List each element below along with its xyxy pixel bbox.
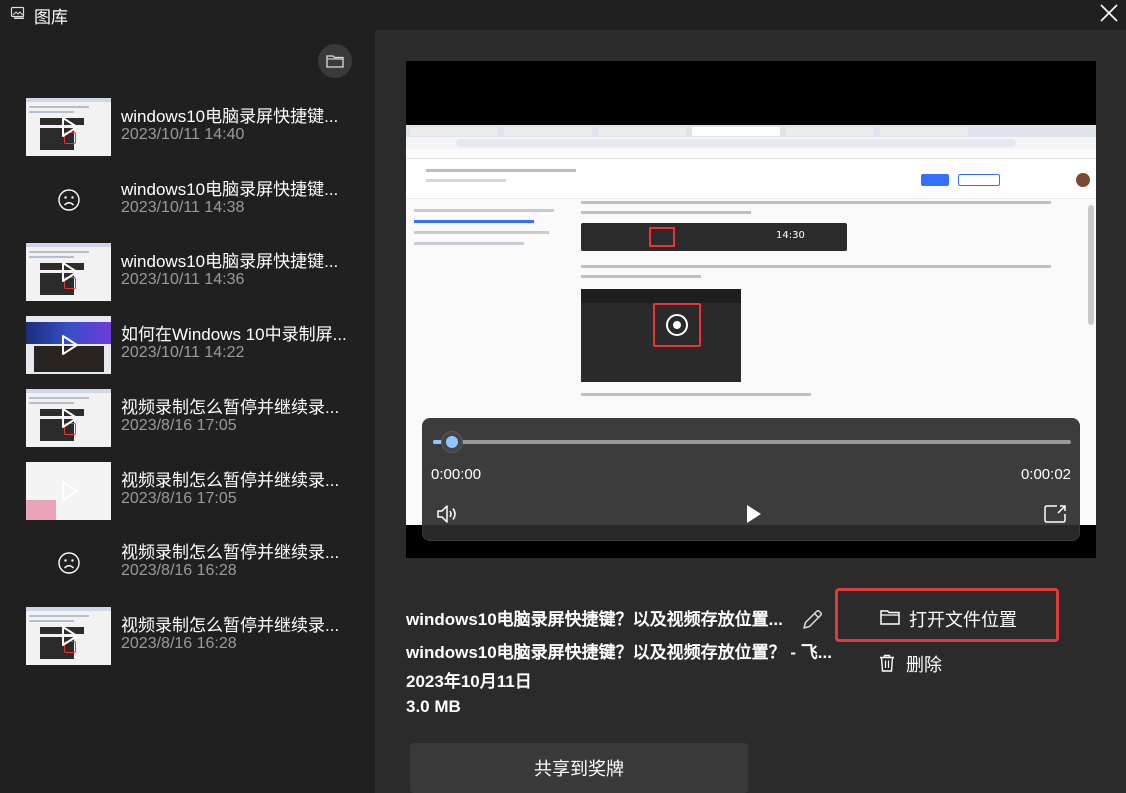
list-item-date: 2023/10/11 14:38 — [121, 199, 245, 216]
play-icon — [62, 117, 78, 137]
file-name: windows10电脑录屏快捷键？以及视频存放位置... — [406, 610, 783, 629]
video-frame-toc — [414, 209, 564, 253]
thumbnail — [26, 534, 111, 592]
gallery-sidebar: windows10电脑录屏快捷键... 2023/10/11 14:40 windo… — [0, 30, 375, 793]
play-icon — [62, 626, 78, 646]
play-icon — [62, 262, 78, 282]
thumbnail — [26, 316, 111, 374]
play-icon — [62, 335, 78, 355]
list-item-title: 视频录制怎么暂停并继续录... — [121, 471, 340, 490]
list-item[interactable]: windows10电脑录屏快捷键... 2023/10/11 14:36 — [26, 243, 366, 303]
video-frame-bookmarks — [406, 149, 1096, 159]
delete-button[interactable]: 删除 — [875, 648, 995, 678]
list-item-date: 2023/8/16 16:28 — [121, 562, 237, 579]
list-item-title: windows10电脑录屏快捷键... — [121, 252, 339, 271]
thumbnail — [26, 171, 111, 229]
list-item-title: 视频录制怎么暂停并继续录... — [121, 616, 340, 635]
video-player[interactable]: 14:30 0:00:00 0:00:02 — [406, 61, 1096, 558]
open-file-location-label: 打开文件位置 — [909, 610, 1017, 630]
list-item-date: 2023/8/16 17:05 — [121, 417, 237, 434]
seek-thumb[interactable] — [441, 431, 463, 453]
list-item[interactable]: 视频录制怎么暂停并继续录... 2023/8/16 16:28 — [26, 534, 366, 594]
volume-icon[interactable] — [435, 503, 461, 525]
sad-face-icon — [58, 552, 80, 574]
list-item-date: 2023/10/11 14:22 — [121, 344, 245, 361]
list-item[interactable]: windows10电脑录屏快捷键... 2023/10/11 14:40 — [26, 98, 366, 158]
thumbnail — [26, 98, 111, 156]
share-label: 共享到奖牌 — [534, 759, 624, 779]
play-icon — [62, 408, 78, 428]
window-title: 图库 — [34, 8, 68, 27]
list-item-title: 视频录制怎么暂停并继续录... — [121, 543, 340, 562]
video-title: windows10电脑录屏快捷键？以及视频存放位置？ - 飞... — [406, 643, 832, 662]
thumbnail — [26, 243, 111, 301]
seek-track[interactable] — [433, 440, 1071, 444]
list-item-title: 视频录制怎么暂停并继续录... — [121, 398, 340, 417]
list-item-date: 2023/10/11 14:36 — [121, 271, 245, 288]
share-button[interactable]: 共享到奖牌 — [410, 743, 748, 793]
list-item-date: 2023/8/16 16:28 — [121, 635, 237, 652]
recorded-date: 2023年10月11日 — [406, 672, 532, 691]
play-icon — [62, 481, 78, 501]
list-item-date: 2023/8/16 17:05 — [121, 490, 237, 507]
video-frame-address-bar — [406, 137, 1096, 149]
media-controls: 0:00:00 0:00:02 — [422, 418, 1080, 541]
list-item-title: windows10电脑录屏快捷键... — [121, 180, 339, 199]
sad-face-icon — [58, 189, 80, 211]
play-icon[interactable] — [742, 503, 764, 525]
video-frame-browser-tabs — [406, 125, 1096, 137]
list-item[interactable]: windows10电脑录屏快捷键... 2023/10/11 14:38 — [26, 171, 366, 231]
open-file-location-button[interactable]: 打开文件位置 — [835, 588, 1059, 642]
gallery-app-icon — [10, 6, 25, 19]
close-button[interactable] — [1092, 0, 1126, 26]
mini-view-icon[interactable] — [1043, 503, 1069, 525]
open-folder-button[interactable] — [318, 44, 352, 78]
list-item-date: 2023/10/11 14:40 — [121, 126, 245, 143]
title-bar: 图库 — [0, 0, 1126, 30]
thumbnail — [26, 607, 111, 665]
list-item[interactable]: 视频录制怎么暂停并继续录... 2023/8/16 17:05 — [26, 389, 366, 449]
folder-icon — [326, 55, 344, 68]
thumbnail — [26, 462, 111, 520]
trash-icon — [880, 654, 894, 672]
video-frame-capture-window — [581, 289, 741, 382]
total-duration: 0:00:02 — [1020, 466, 1071, 483]
edit-name-icon[interactable] — [799, 607, 825, 633]
thumbnail — [26, 389, 111, 447]
current-time: 0:00:00 — [431, 466, 482, 483]
list-item[interactable]: 视频录制怎么暂停并继续录... 2023/8/16 17:05 — [26, 462, 366, 522]
detail-pane: 14:30 0:00:00 0:00:02 windows10电脑录屏快捷键？以… — [375, 30, 1126, 793]
list-item[interactable]: 视频录制怎么暂停并继续录... 2023/8/16 16:28 — [26, 607, 366, 667]
video-frame-clock: 14:30 — [776, 230, 805, 241]
file-size: 3.0 MB — [406, 697, 461, 716]
close-icon — [1100, 4, 1118, 22]
delete-label: 删除 — [906, 655, 942, 675]
list-item-title: 如何在Windows 10中录制屏... — [121, 325, 347, 344]
list-item-title: windows10电脑录屏快捷键... — [121, 107, 339, 126]
video-frame-game-bar: 14:30 — [581, 223, 847, 251]
video-frame-doc-header — [406, 159, 1096, 199]
list-item[interactable]: 如何在Windows 10中录制屏... 2023/10/11 14:22 — [26, 316, 366, 376]
folder-icon — [880, 610, 900, 625]
